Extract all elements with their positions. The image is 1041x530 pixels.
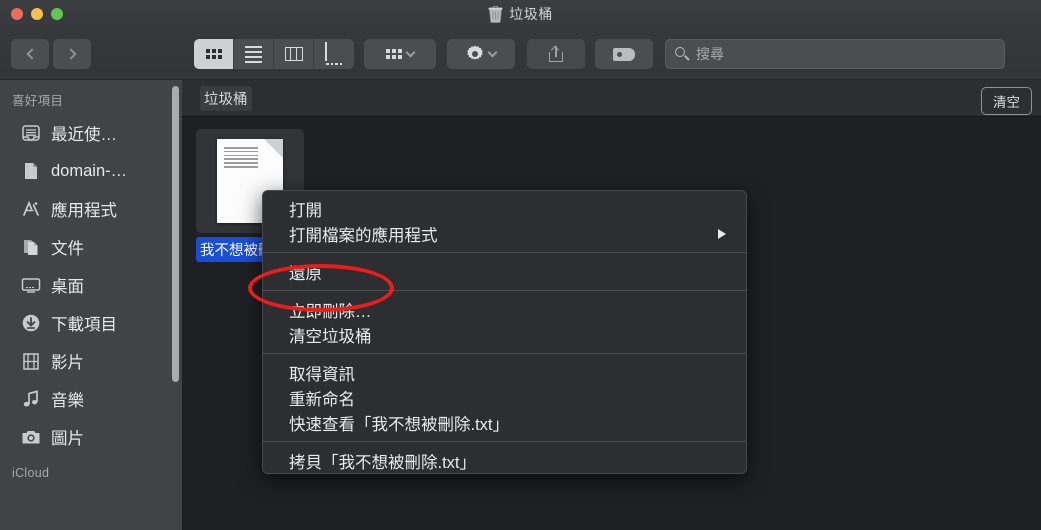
empty-trash-button[interactable]: 清空 xyxy=(981,87,1032,115)
gear-icon xyxy=(466,45,484,63)
sidebar-section-icloud: iCloud xyxy=(12,466,50,480)
sidebar-item-desktop[interactable]: 桌面 xyxy=(0,266,182,304)
search-placeholder: 搜尋 xyxy=(696,46,724,62)
sidebar-item-applications[interactable]: 應用程式 xyxy=(0,190,182,228)
path-bar: 垃圾桶 清空 xyxy=(182,80,1041,117)
action-button[interactable] xyxy=(447,39,515,69)
menu-item-rename[interactable]: 重新命名 xyxy=(263,385,746,410)
menu-item-open-with[interactable]: 打開檔案的應用程式 xyxy=(263,221,746,246)
applications-icon xyxy=(20,198,42,220)
sidebar-item-music[interactable]: 音樂 xyxy=(0,380,182,418)
sidebar-item-label: 音樂 xyxy=(51,392,84,410)
navigation-buttons xyxy=(11,39,91,69)
back-button[interactable] xyxy=(11,39,49,69)
sidebar-item-label: domain-… xyxy=(51,161,128,180)
sidebar-item-pictures[interactable]: 圖片 xyxy=(0,418,182,456)
menu-item-quick-look[interactable]: 快速查看「我不想被刪除.txt」 xyxy=(263,410,746,435)
context-menu: 打開 打開檔案的應用程式 還原 立即刪除… 清空垃圾桶 取得資訊 重新命名 快速… xyxy=(262,190,747,474)
menu-separator xyxy=(263,252,746,253)
sidebar-item-domain[interactable]: domain-… xyxy=(0,152,182,190)
menu-item-copy[interactable]: 拷貝「我不想被刪除.txt」 xyxy=(263,448,746,473)
columns-icon xyxy=(284,47,303,61)
grid-icon xyxy=(205,49,222,59)
window-title-group: 垃圾桶 xyxy=(0,0,1041,28)
sidebar-section-favorites: 喜好項目 xyxy=(12,94,64,108)
sidebar-item-label: 圖片 xyxy=(51,430,84,448)
sidebar-item-downloads[interactable]: 下載項目 xyxy=(0,304,182,342)
icon-view-button[interactable] xyxy=(194,39,234,69)
sidebar-item-label: 文件 xyxy=(51,240,84,258)
gallery-view-button[interactable] xyxy=(314,39,354,69)
chevron-down-icon xyxy=(487,47,498,58)
chevron-left-icon xyxy=(25,48,38,60)
menu-item-label: 打開檔案的應用程式 xyxy=(289,226,438,245)
menu-item-empty-trash[interactable]: 清空垃圾桶 xyxy=(263,322,746,347)
list-view-button[interactable] xyxy=(234,39,274,69)
recents-icon xyxy=(20,122,42,144)
tag-icon xyxy=(613,47,635,61)
sidebar: 喜好項目 最近使… domain-… 應用程式 文件 桌面 下載項目 影片 音樂… xyxy=(0,80,182,530)
share-icon xyxy=(549,45,563,62)
menu-item-get-info[interactable]: 取得資訊 xyxy=(263,360,746,385)
search-field[interactable]: 搜尋 xyxy=(665,39,1005,69)
menu-separator xyxy=(263,441,746,442)
column-view-button[interactable] xyxy=(274,39,314,69)
chevron-right-icon xyxy=(64,48,77,60)
toolbar: 搜尋 xyxy=(0,28,1041,80)
menu-item-open[interactable]: 打開 xyxy=(263,196,746,221)
sidebar-item-label: 應用程式 xyxy=(51,202,117,220)
window-title: 垃圾桶 xyxy=(509,6,553,22)
share-button[interactable] xyxy=(527,39,585,69)
sidebar-item-label: 最近使… xyxy=(51,126,117,144)
menu-item-delete-immediately[interactable]: 立即刪除… xyxy=(263,297,746,322)
movies-icon xyxy=(20,350,42,372)
tags-button[interactable] xyxy=(595,39,653,69)
grid-icon xyxy=(386,49,402,59)
sidebar-item-movies[interactable]: 影片 xyxy=(0,342,182,380)
documents-icon xyxy=(20,236,42,258)
sidebar-item-label: 影片 xyxy=(51,354,84,372)
menu-separator xyxy=(263,353,746,354)
breadcrumb[interactable]: 垃圾桶 xyxy=(200,85,252,111)
document-icon xyxy=(20,160,42,182)
pictures-icon xyxy=(20,426,42,448)
trash-icon xyxy=(488,5,503,23)
title-bar: 垃圾桶 xyxy=(0,0,1041,28)
search-icon xyxy=(675,47,690,61)
sidebar-item-recents[interactable]: 最近使… xyxy=(0,114,182,152)
desktop-icon xyxy=(20,274,42,296)
menu-item-put-back[interactable]: 還原 xyxy=(263,259,746,284)
chevron-down-icon xyxy=(405,47,416,58)
sidebar-item-label: 桌面 xyxy=(51,278,84,296)
sidebar-item-documents[interactable]: 文件 xyxy=(0,228,182,266)
view-mode-segmented-control xyxy=(194,39,354,69)
forward-button[interactable] xyxy=(53,39,91,69)
sidebar-item-label: 下載項目 xyxy=(51,316,117,334)
arrange-button[interactable] xyxy=(364,39,436,69)
sidebar-scrollbar[interactable] xyxy=(172,86,179,382)
menu-separator xyxy=(263,290,746,291)
list-icon xyxy=(245,45,262,63)
submenu-arrow-icon xyxy=(718,228,726,239)
finder-window: 垃圾桶 搜尋 喜好項目 最近使… domain-… 應用程式 文件 桌面 下載項… xyxy=(0,0,1041,530)
gallery-icon xyxy=(324,41,344,66)
downloads-icon xyxy=(20,312,42,334)
music-icon xyxy=(20,388,42,410)
